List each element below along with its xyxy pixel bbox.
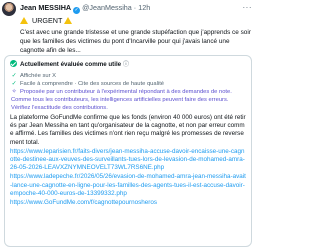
status-text[interactable]: Proposée par un contributeur à l'expérim… <box>11 89 232 111</box>
warning-icon <box>20 17 28 24</box>
community-notes-icon <box>10 60 17 67</box>
author-handle[interactable]: @JeanMessiha <box>82 3 132 12</box>
source-link[interactable]: https://www.leparisien.fr/faits-divers/j… <box>10 148 245 171</box>
check-icon: ✓ <box>11 81 17 87</box>
tweet-body: C'est avec une grande tristesse et une g… <box>20 29 251 54</box>
tweet: Jean MESSIHA ✓ @JeanMessiha · 12h ··· URGE… <box>0 0 256 250</box>
info-icon[interactable]: ⓘ <box>123 61 129 68</box>
urgent-label: URGENT <box>32 16 63 25</box>
author-name[interactable]: Jean MESSIHA <box>20 3 71 12</box>
sparkle-icon: ✧ <box>11 89 17 95</box>
note-status-ai: ✧ Proposée par un contributeur à l'expéri… <box>11 88 239 112</box>
more-options-icon[interactable]: ··· <box>243 2 253 13</box>
tweet-text: C'est avec une grande tristesse et une g… <box>20 29 252 55</box>
status-text: Facile à comprendre · Cite des sources d… <box>20 81 165 87</box>
source-link[interactable]: https://www.ladepeche.fr/2026/05/26/evas… <box>10 173 246 196</box>
separator-dot: · <box>133 3 137 12</box>
source-link[interactable]: https://www.GoFundMe.com/f/cagnottepourn… <box>10 199 157 206</box>
post-time[interactable]: 12h <box>138 3 150 12</box>
verified-badge-icon: ✓ <box>73 7 81 14</box>
note-status-quality: ✓ Facile à comprendre · Cite des sources … <box>11 80 164 88</box>
truncation-ellipsis[interactable]: ... <box>75 47 80 54</box>
author-avatar[interactable] <box>2 2 16 16</box>
warning-icon <box>64 17 73 24</box>
community-note: Actuellement évaluée comme utile ⓘ ✓ Affi… <box>4 55 252 247</box>
note-title: Actuellement évaluée comme utile <box>20 61 122 68</box>
community-note-header: Actuellement évaluée comme utile ⓘ <box>10 60 129 69</box>
note-status-shown: ✓ Affichée sur X <box>11 72 56 80</box>
note-body: La plateforme GoFundMe confirme que les … <box>10 114 246 208</box>
status-text: Affichée sur X <box>20 73 56 79</box>
check-icon: ✓ <box>11 73 17 79</box>
note-text: La plateforme GoFundMe confirme que les … <box>10 114 246 146</box>
urgent-line: URGENT <box>20 15 74 26</box>
tweet-header: Jean MESSIHA ✓ @JeanMessiha · 12h ··· <box>20 2 253 14</box>
